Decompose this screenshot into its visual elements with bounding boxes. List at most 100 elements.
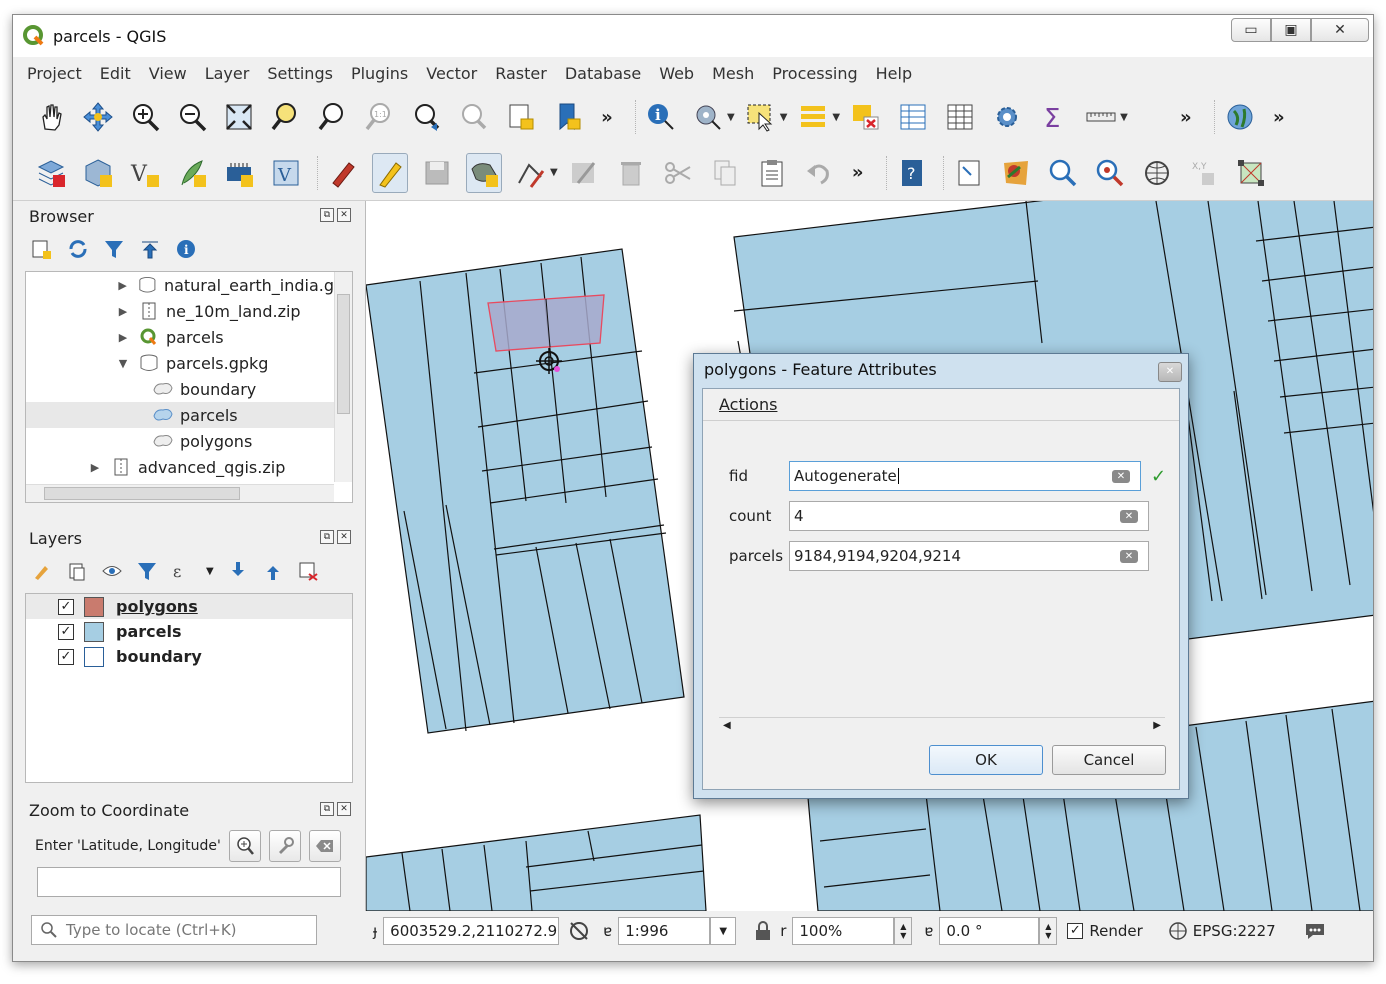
rotation-field[interactable]: 0.0 ° [939,917,1040,945]
filter-legend-icon[interactable] [136,560,158,582]
minimize-button[interactable]: ▭ [1231,18,1271,42]
new-bookmark-button[interactable] [550,97,586,137]
add-group-icon[interactable] [66,560,88,582]
count-input[interactable]: 4 ✕ [789,501,1149,531]
menu-raster[interactable]: Raster [495,64,547,83]
expression-filter-icon[interactable]: ε [171,560,193,582]
magnifier-spinner[interactable]: ▲ ▼ [894,917,913,945]
new-geopackage-button[interactable] [80,153,116,193]
scale-dropdown-icon[interactable]: ▼ [710,917,737,945]
render-checkbox[interactable]: ✓ [1067,923,1084,939]
pan-tool-button[interactable] [33,97,69,137]
capture-coordinate-button[interactable] [268,830,301,862]
locate-feature-button[interactable] [1092,153,1128,193]
ok-button[interactable]: OK [929,745,1043,775]
layer-item-boundary[interactable]: ✓ boundary [26,644,352,669]
magnifier-field[interactable]: 100% [792,917,895,945]
toolbar-overflow-icon-4[interactable]: » [848,162,868,183]
new-virtual-layer-button[interactable]: V [268,153,304,193]
eye-icon[interactable] [101,560,123,582]
lock-icon[interactable] [752,920,774,942]
actions-menu[interactable]: Actions [703,389,1179,421]
close-button[interactable]: ✕ [1311,18,1369,42]
crs-globe-icon[interactable] [1167,920,1189,942]
pan-to-selection-button[interactable] [80,97,116,137]
attribute-select-button[interactable] [795,97,831,137]
processing-toolbox-button[interactable] [989,97,1025,137]
float-panel-icon[interactable]: ⧉ [320,208,334,222]
layer-visibility-checkbox[interactable]: ✓ [58,623,74,640]
browser-vertical-scrollbar[interactable] [334,272,352,482]
collapse-arrow-icon[interactable]: ▼ [116,357,130,370]
data-source-manager-button[interactable] [33,153,69,193]
layer-item-polygons[interactable]: ✓ polygons [26,594,352,619]
remove-layer-icon[interactable] [297,560,319,582]
filter-icon[interactable] [103,238,125,260]
locator-search-input[interactable]: Type to locate (Ctrl+K) [31,915,317,945]
statistics-button[interactable] [942,97,978,137]
new-temporary-layer-button[interactable] [221,153,257,193]
georeferencer-button[interactable] [1233,153,1269,193]
dialog-close-button[interactable]: ✕ [1158,362,1182,382]
digitize-with-segment-button[interactable] [513,153,549,193]
layer-visibility-checkbox[interactable]: ✓ [58,648,74,665]
help-button[interactable]: ? [894,153,930,193]
clear-icon[interactable]: ✕ [1120,510,1138,523]
menu-project[interactable]: Project [27,64,82,83]
tree-item-parcels-gpkg[interactable]: ▼ parcels.gpkg [26,350,334,376]
tree-item-boundary[interactable]: boundary [26,376,334,402]
zoom-to-layer-button[interactable] [315,97,351,137]
menu-database[interactable]: Database [565,64,641,83]
identify-button[interactable]: i [643,97,679,137]
rotation-spinner[interactable]: ▲ ▼ [1039,917,1058,945]
modify-attributes-button[interactable] [566,153,602,193]
layer-symbol-icon[interactable] [84,646,104,667]
scale-field[interactable]: 1:996 [618,917,711,945]
paste-features-button[interactable] [754,153,790,193]
zoom-full-button[interactable] [221,97,257,137]
zoom-last-button[interactable] [409,97,445,137]
new-shapefile-button[interactable]: V [127,153,163,193]
menu-help[interactable]: Help [876,64,912,83]
extent-toggle-icon[interactable] [567,919,595,943]
expand-arrow-icon[interactable]: ▶ [88,461,102,474]
map-tips-button[interactable] [998,153,1034,193]
browser-horizontal-scrollbar[interactable] [26,484,334,502]
clear-coordinate-button[interactable] [308,830,341,862]
layer-visibility-checkbox[interactable]: ✓ [58,598,74,615]
menu-edit[interactable]: Edit [100,64,131,83]
expand-arrow-icon[interactable]: ▶ [116,331,130,344]
tree-item-advanced-qgis[interactable]: ▶ advanced_qgis.zip [26,454,334,480]
parcels-input[interactable]: 9184,9194,9204,9214 ✕ [789,541,1149,571]
clear-icon[interactable]: ✕ [1120,550,1138,563]
search-button[interactable] [1045,153,1081,193]
zoom-native-button[interactable]: 1:1 [362,97,398,137]
cancel-button[interactable]: Cancel [1052,745,1166,775]
toolbar-overflow-icon[interactable]: » [597,107,617,128]
web-services-button[interactable] [1139,153,1175,193]
toggle-editing-button[interactable] [372,152,408,193]
close-panel-icon[interactable]: ✕ [337,208,351,222]
layer-symbol-icon[interactable] [84,621,104,642]
layer-symbol-icon[interactable] [84,596,104,617]
scroll-right-icon[interactable]: ▶ [1153,720,1161,731]
coordinate-field[interactable]: 6003529.2,2110272.9 [383,917,560,945]
float-panel-icon[interactable]: ⧉ [320,802,334,816]
add-polygon-button[interactable] [466,152,502,193]
layer-item-parcels[interactable]: ✓ parcels [26,619,352,644]
new-print-layout-button[interactable] [951,153,987,193]
new-spatialite-button[interactable] [174,153,210,193]
close-panel-icon[interactable]: ✕ [337,530,351,544]
zoom-to-selection-button[interactable] [268,97,304,137]
close-panel-icon[interactable]: ✕ [337,802,351,816]
maximize-button[interactable]: ▣ [1271,18,1311,42]
menu-web[interactable]: Web [659,64,694,83]
expand-all-icon[interactable] [227,560,249,582]
copy-features-button[interactable] [707,153,743,193]
collapse-all-icon[interactable] [139,238,161,260]
zoom-to-coordinate-button[interactable] [228,830,261,862]
zoom-out-button[interactable] [174,97,210,137]
statistical-summary-button[interactable]: Σ [1036,97,1072,137]
tree-item-polygons[interactable]: polygons [26,428,334,454]
menu-mesh[interactable]: Mesh [712,64,754,83]
